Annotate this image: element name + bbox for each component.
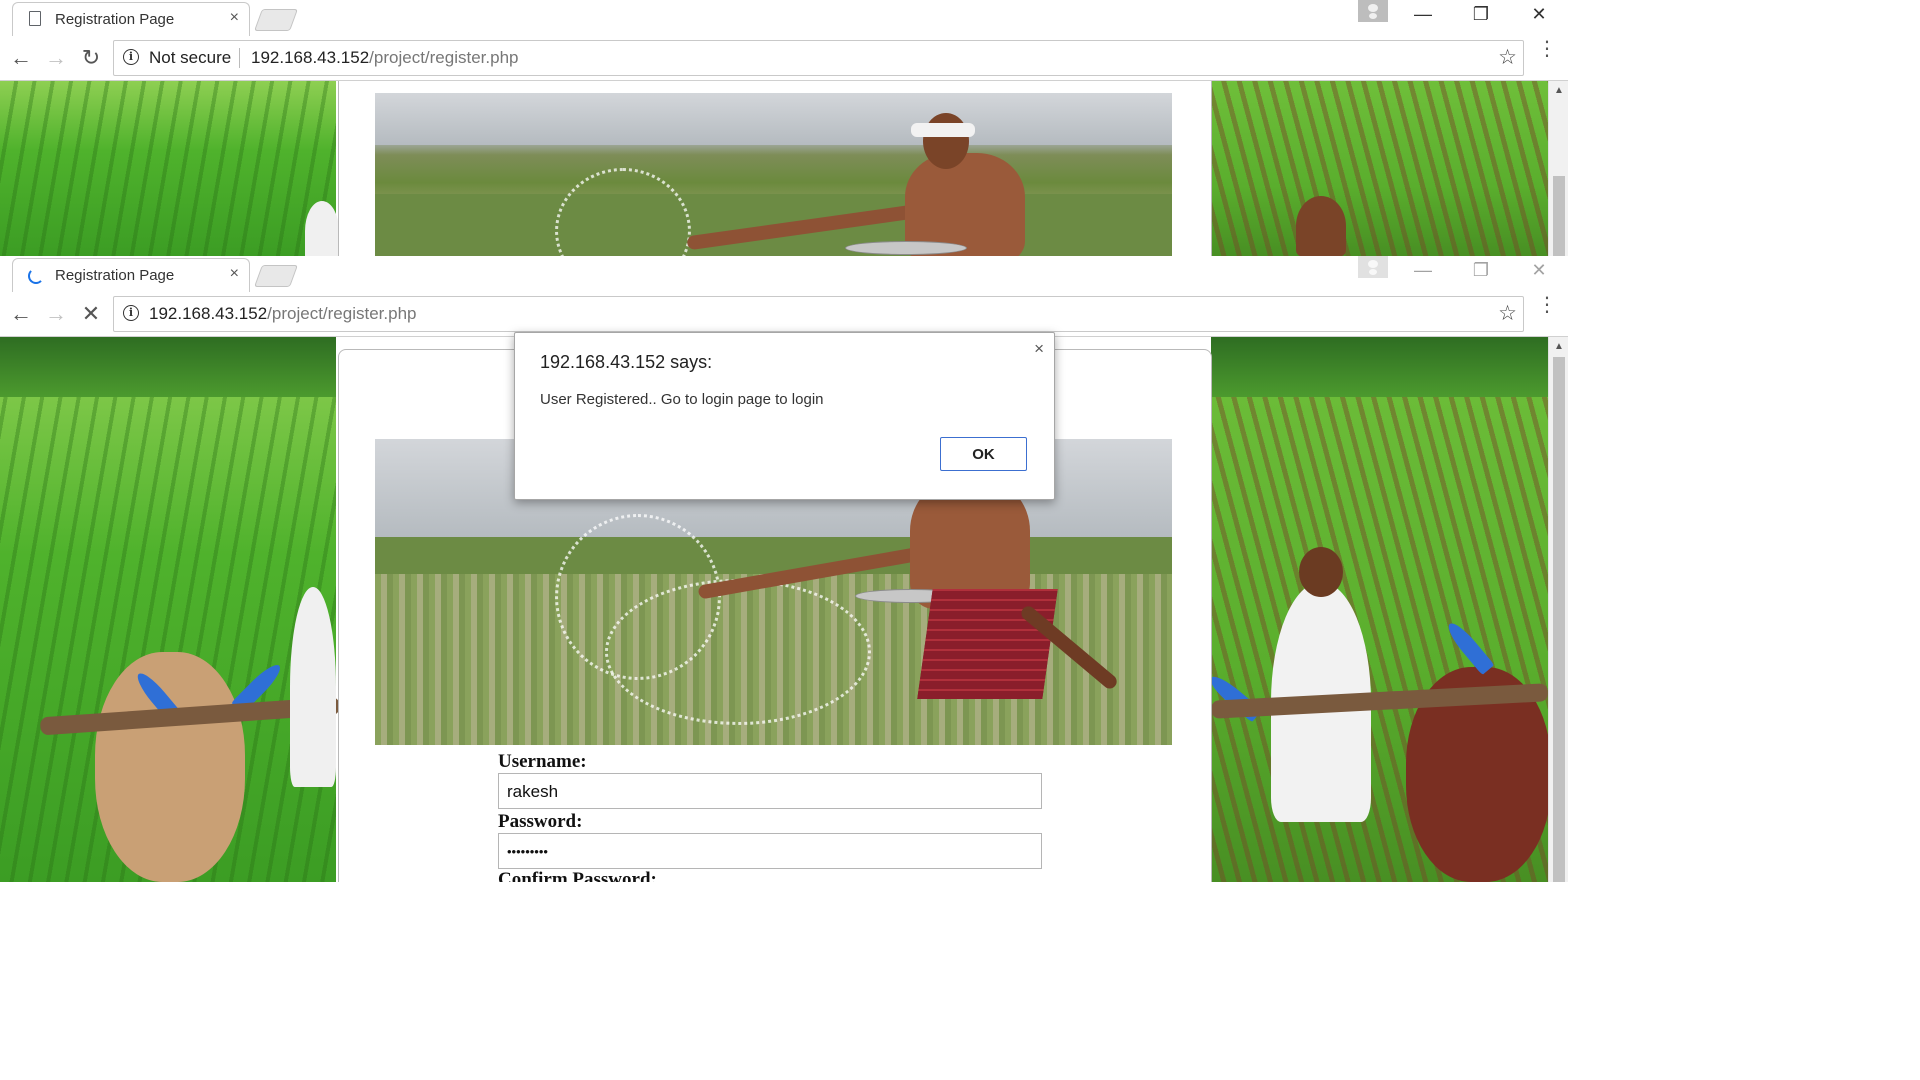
tree-line [1211, 337, 1548, 397]
tab-strip: Registration Page × — ❐ ✕ [0, 0, 1568, 37]
menu-icon[interactable]: ⋮ [1537, 295, 1557, 315]
reload-button[interactable]: ↻ [78, 45, 104, 71]
farmer-figure [290, 587, 336, 787]
banner-photo [375, 93, 1172, 256]
profile-icon[interactable] [1358, 256, 1388, 278]
menu-icon[interactable]: ⋮ [1537, 39, 1557, 59]
photo-spray [605, 579, 871, 725]
toolbar: ← → ↻ i Not secure 192.168.43.152/projec… [0, 36, 1568, 81]
background-image-right [1211, 81, 1548, 256]
divider [239, 48, 240, 68]
photo-field [375, 536, 1172, 574]
profile-icon[interactable] [1358, 0, 1388, 22]
close-window-button[interactable]: ✕ [1524, 260, 1554, 281]
star-icon[interactable]: ☆ [1498, 301, 1517, 326]
url-text[interactable]: 192.168.43.152/project/register.php [251, 48, 518, 68]
photo-spray [555, 168, 691, 256]
forward-button[interactable]: → [43, 45, 69, 71]
tab-strip: Registration Page × — ❐ ✕ [0, 256, 1568, 293]
photo-plate [845, 241, 967, 255]
farmer-figure [305, 201, 339, 256]
photo-head [923, 113, 969, 169]
scroll-thumb[interactable] [1553, 176, 1565, 256]
password-input[interactable]: ••••••••• [498, 833, 1042, 869]
username-input[interactable]: rakesh [498, 773, 1042, 809]
close-icon[interactable]: × [230, 265, 239, 283]
scroll-up-icon[interactable]: ▲ [1554, 85, 1564, 96]
stop-button[interactable]: ✕ [78, 301, 104, 327]
info-icon[interactable]: i [123, 305, 139, 321]
tab-title: Registration Page [55, 11, 175, 28]
minimize-button[interactable]: — [1408, 4, 1438, 25]
tab-registration-page[interactable]: Registration Page × [12, 2, 250, 37]
address-bar[interactable]: i 192.168.43.152/project/register.php ☆ [113, 296, 1524, 332]
forward-button[interactable]: → [43, 301, 69, 327]
scroll-up-icon[interactable]: ▲ [1554, 341, 1564, 352]
farmer-head [1299, 547, 1343, 597]
close-window-button[interactable]: ✕ [1524, 4, 1554, 25]
minimize-button[interactable]: — [1408, 260, 1438, 281]
password-label: Password: [498, 811, 583, 832]
ox-figure [95, 652, 245, 882]
toolbar: ← → ✕ i 192.168.43.152/project/register.… [0, 292, 1568, 337]
background-image-right [1205, 337, 1551, 882]
scrollbar[interactable]: ▲ [1548, 81, 1568, 256]
background-browser-window: Registration Page × — ❐ ✕ ← → ↻ i Not se… [0, 0, 1568, 256]
loading-icon [28, 268, 44, 284]
address-bar[interactable]: i Not secure 192.168.43.152/project/regi… [113, 40, 1524, 76]
photo-sky [375, 93, 1172, 146]
new-tab-button[interactable] [253, 9, 299, 31]
background-image-left [0, 337, 341, 882]
restore-button[interactable]: ❐ [1466, 4, 1496, 25]
dialog-title: 192.168.43.152 says: [540, 352, 713, 372]
info-icon[interactable]: i [123, 49, 139, 65]
url-host: 192.168.43.152 [251, 48, 370, 67]
photo-headband [911, 123, 975, 137]
username-label: Username: [498, 751, 587, 772]
url-path: /project/register.php [267, 304, 417, 323]
photo-lungi [917, 589, 1058, 699]
farmer-figure [1296, 196, 1346, 256]
restore-button[interactable]: ❐ [1466, 260, 1496, 281]
alert-dialog: 192.168.43.152 says: × User Registered..… [514, 332, 1055, 500]
page-icon [29, 11, 41, 26]
scrollbar[interactable]: ▲ [1548, 337, 1568, 882]
background-image-left [0, 81, 339, 256]
new-tab-button[interactable] [253, 265, 299, 287]
confirm-password-label: Confirm Password: [498, 869, 657, 882]
page-viewport [0, 81, 1548, 256]
tab-title: Registration Page [55, 267, 175, 284]
url-host: 192.168.43.152 [149, 304, 268, 323]
close-icon[interactable]: × [230, 9, 239, 27]
star-icon[interactable]: ☆ [1498, 45, 1517, 70]
back-button[interactable]: ← [8, 45, 34, 71]
tab-registration-page[interactable]: Registration Page × [12, 258, 250, 293]
dialog-message: User Registered.. Go to login page to lo… [540, 391, 824, 408]
close-icon[interactable]: × [1034, 339, 1044, 359]
url-path: /project/register.php [369, 48, 519, 67]
tree-line [0, 337, 336, 397]
security-label[interactable]: Not secure [149, 48, 231, 68]
ok-button[interactable]: OK [940, 437, 1027, 471]
url-text[interactable]: 192.168.43.152/project/register.php [149, 304, 416, 324]
back-button[interactable]: ← [8, 301, 34, 327]
scroll-thumb[interactable] [1553, 357, 1565, 882]
